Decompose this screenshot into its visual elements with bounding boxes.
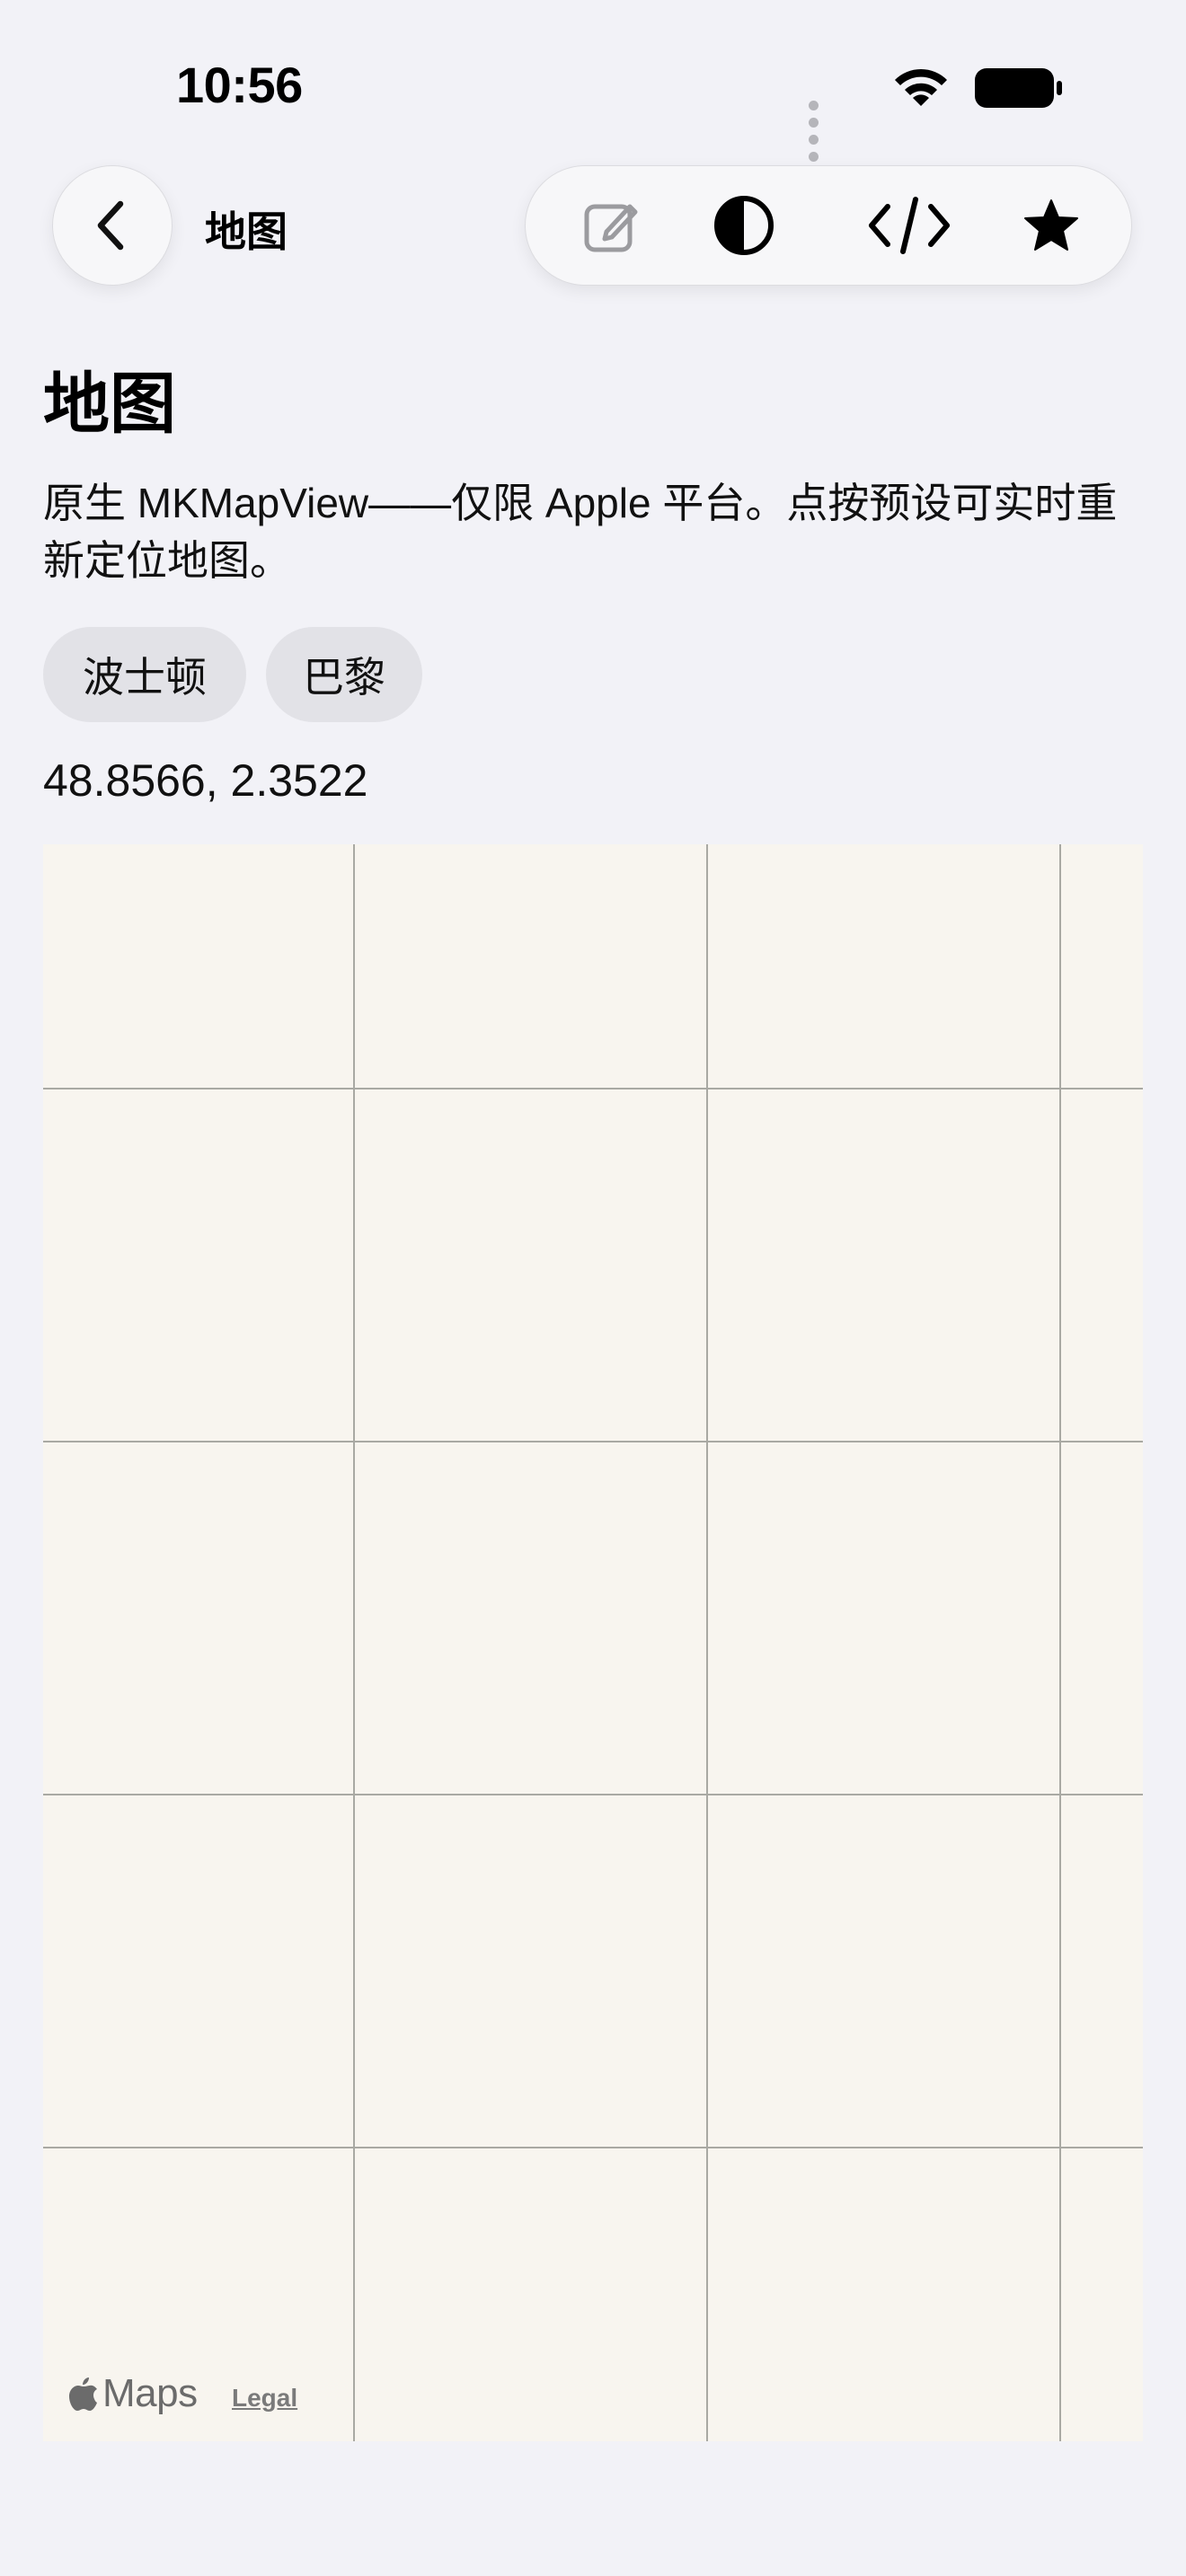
view-code-button[interactable] (860, 166, 959, 284)
status-bar: 10:56 (0, 0, 1186, 162)
chevron-left-icon (97, 200, 124, 251)
battery-icon (975, 68, 1062, 108)
half-circle-icon (714, 195, 774, 255)
nav-title: 地图 (205, 207, 288, 256)
preset-paris-button[interactable]: 巴黎 (266, 627, 422, 722)
coordinates-readout: 48.8566, 2.3522 (43, 755, 368, 806)
appearance-button[interactable] (695, 166, 793, 284)
map-grid (43, 844, 1143, 2441)
legal-link[interactable]: Legal (232, 2384, 297, 2413)
wifi-icon (895, 68, 947, 106)
cellular-signal-icon (809, 97, 824, 165)
star-icon (1024, 198, 1078, 251)
apple-maps-logo: Maps (68, 2371, 198, 2416)
edit-button[interactable] (562, 166, 660, 284)
preset-boston-button[interactable]: 波士顿 (43, 627, 246, 722)
favorite-button[interactable] (1002, 166, 1101, 284)
status-time: 10:56 (176, 57, 303, 113)
toolbar (525, 165, 1132, 286)
apple-icon (69, 2378, 97, 2411)
preset-chips: 波士顿 巴黎 (43, 627, 442, 722)
pencil-square-icon (584, 204, 638, 251)
map-view[interactable]: Maps Legal (43, 844, 1143, 2441)
code-brackets-icon (869, 196, 950, 254)
back-button[interactable] (52, 165, 173, 286)
page-title: 地图 (43, 366, 176, 443)
page-description: 原生 MKMapView——仅限 Apple 平台。点按预设可实时重新定位地图。 (43, 480, 1118, 584)
maps-logo-text: Maps (102, 2371, 198, 2415)
